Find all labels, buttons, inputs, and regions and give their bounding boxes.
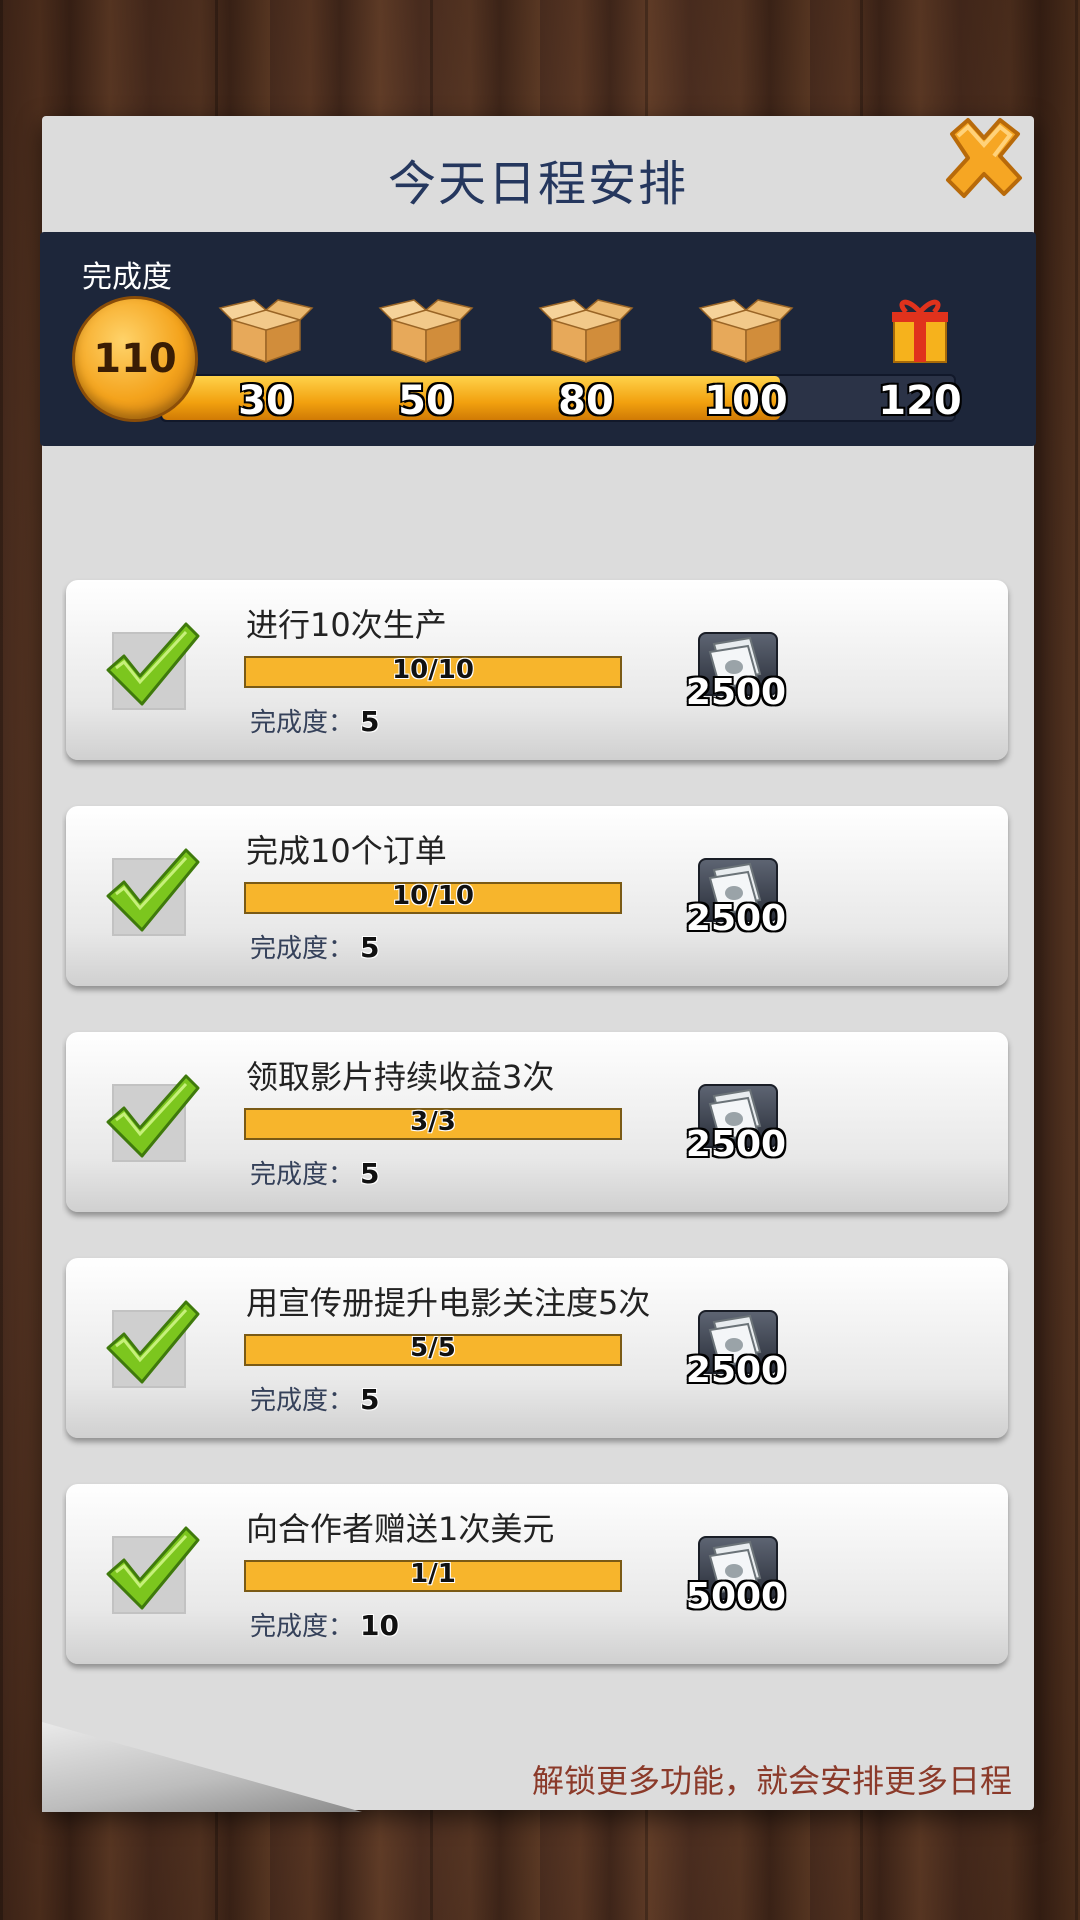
completion-header: 完成度 110 30 50 80 100 120 [40,232,1036,446]
task-score-label: 完成度： [250,934,355,964]
task-card[interactable]: 用宣传册提升电影关注度5次 5/5 完成度： 5 2500 [66,1258,1008,1438]
task-reward: 2500 [685,1350,787,1391]
task-progress-bar: 10/10 [244,655,622,688]
task-card[interactable]: 领取影片持续收益3次 3/3 完成度： 5 2500 [66,1032,1008,1212]
task-title: 用宣传册提升电影关注度5次 [246,1284,651,1322]
task-reward: 2500 [685,898,787,939]
task-title: 领取影片持续收益3次 [246,1058,555,1096]
task-title: 进行10次生产 [246,606,447,644]
schedule-panel: 今天日程安排 完成度 110 30 50 80 100 120 进行10次生产 … [40,116,1036,1810]
milestone-value: 80 [558,378,614,424]
task-progress-bar: 3/3 [244,1107,622,1140]
task-list[interactable]: 进行10次生产 10/10 完成度： 5 2500 完成10个订单 10/10 完… [62,458,1038,1702]
task-card[interactable]: 进行10次生产 10/10 完成度： 5 2500 [66,580,1008,760]
milestone-value: 120 [878,378,962,424]
task-card[interactable]: 向合作者赠送1次美元 1/1 完成度： 10 5000 [66,1484,1008,1664]
task-score: 完成度： 10 [250,1606,399,1643]
footer-hint: 解锁更多功能，就会安排更多日程 [531,1762,1012,1800]
box-icon [698,299,794,364]
panel-title: 今天日程安排 [387,156,688,212]
close-icon [946,118,1022,198]
task-score: 完成度： 5 [250,702,380,739]
task-score-value: 5 [360,1157,380,1190]
milestone-1[interactable]: 50 [371,292,481,424]
task-score: 完成度： 5 [250,1380,380,1417]
task-progress-bar: 5/5 [244,1333,622,1366]
close-button[interactable] [938,112,1030,204]
task-score-value: 5 [360,1383,380,1416]
task-progress-text: 10/10 [392,655,474,685]
milestone-2[interactable]: 80 [531,292,641,424]
checkmark-icon [106,1074,200,1158]
checkmark-icon [106,848,200,932]
task-score: 完成度： 5 [250,928,380,965]
task-progress-text: 3/3 [410,1107,456,1137]
task-reward: 2500 [685,1124,787,1165]
milestone-value: 30 [238,378,294,424]
milestone-0[interactable]: 30 [211,292,321,424]
checkmark-icon [106,1300,200,1384]
completion-label: 完成度 [82,260,172,295]
gift-icon [892,299,948,363]
task-score-value: 5 [360,705,380,738]
task-title: 向合作者赠送1次美元 [246,1510,555,1548]
task-title: 完成10个订单 [246,832,447,870]
task-progress-bar: 10/10 [244,881,622,914]
task-score-value: 5 [360,931,380,964]
task-reward: 5000 [685,1576,787,1617]
score-badge: 110 [72,296,198,422]
task-score: 完成度： 5 [250,1154,380,1191]
task-progress-bar: 1/1 [244,1559,622,1592]
milestone-4[interactable]: 120 [865,292,975,424]
task-card[interactable]: 完成10个订单 10/10 完成度： 5 2500 [66,806,1008,986]
task-score-label: 完成度： [250,1386,355,1416]
box-icon [378,299,474,364]
task-score-label: 完成度： [250,1612,355,1642]
box-icon [538,299,634,364]
task-progress-text: 5/5 [410,1333,456,1363]
checkmark-icon [106,1526,200,1610]
milestone-value: 100 [704,378,788,424]
task-reward: 2500 [685,672,787,713]
task-score-label: 完成度： [250,1160,355,1190]
checkmark-icon [106,622,200,706]
milestone-value: 50 [398,378,454,424]
task-progress-text: 1/1 [410,1559,456,1589]
milestone-3[interactable]: 100 [691,292,801,424]
task-score-label: 完成度： [250,708,355,738]
task-score-value: 10 [360,1609,399,1642]
task-progress-text: 10/10 [392,881,474,911]
box-icon [218,299,314,364]
